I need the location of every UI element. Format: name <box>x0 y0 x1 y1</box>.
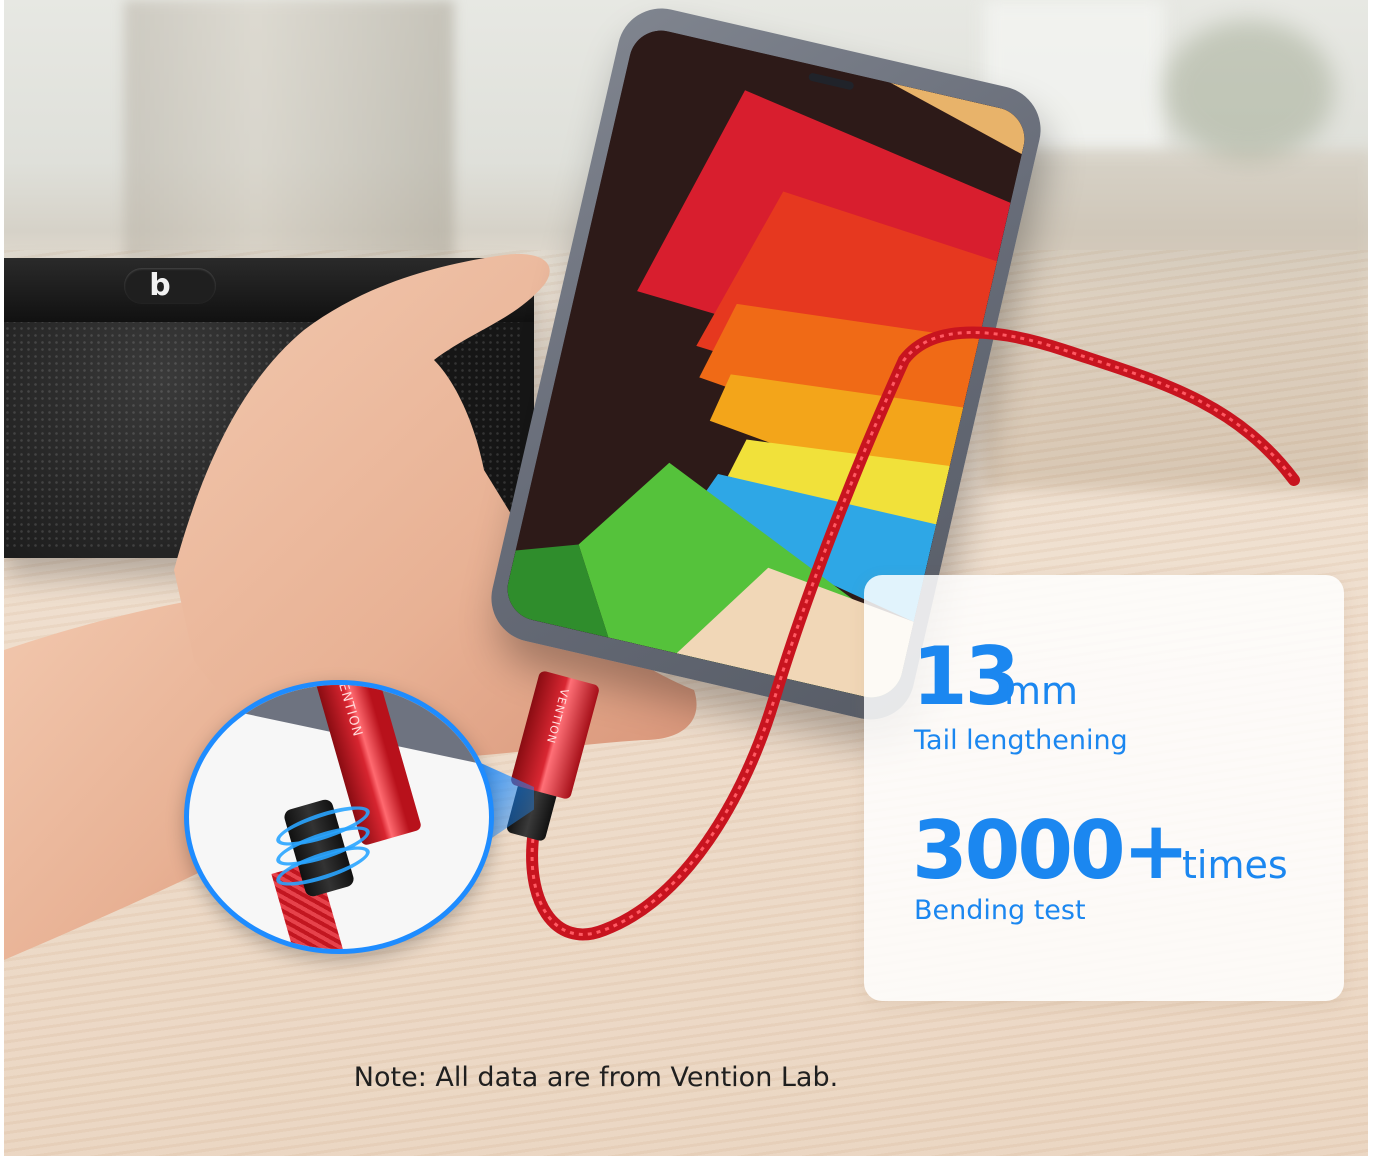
bend-test-label: Bending test <box>914 895 1086 926</box>
tail-length-value: 13 <box>912 630 1020 723</box>
zoom-brand-text: VENTION <box>332 680 365 739</box>
tail-length-unit: mm <box>1004 669 1079 713</box>
tail-length-label: Tail lengthening <box>914 725 1128 756</box>
bend-count-unit: times <box>1182 843 1288 887</box>
spec-card: 13 mm Tail lengthening 3000+ times Bendi… <box>864 575 1344 1001</box>
bend-count-value: 3000+ <box>912 804 1190 897</box>
right-margin <box>1368 0 1376 1156</box>
connector-zoom-detail: VENTION <box>184 680 494 954</box>
product-photo: b VENTION VENTION 13 mm Tail lengthening… <box>4 0 1368 1156</box>
footnote: Note: All data are from Vention Lab. <box>353 1062 839 1093</box>
connector-brand-text: VENTION <box>543 687 572 746</box>
